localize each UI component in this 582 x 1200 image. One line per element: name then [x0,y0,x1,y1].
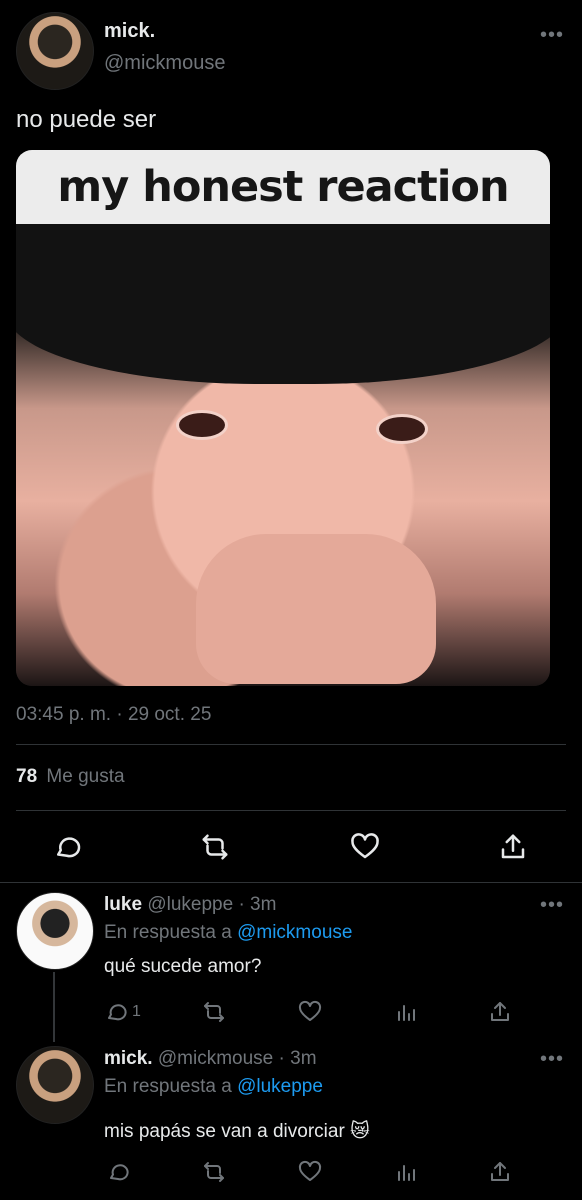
reply-context-mention[interactable]: @mickmouse [237,922,352,943]
more-horizontal-icon[interactable]: ••• [540,1048,564,1071]
like-heart-icon[interactable] [296,998,324,1026]
reply-context-prefix: En respuesta a [104,922,232,943]
analytics-icon[interactable] [392,1158,420,1186]
reply-display-name[interactable]: mick. [104,1048,153,1069]
reply-text: mis papás se van a divorciar 😿 [104,1121,370,1142]
media-photo-eye-right [376,414,428,444]
divider [16,810,566,811]
divider [16,744,566,745]
divider [0,882,582,883]
tweet-media[interactable]: my honest reaction [16,150,550,686]
retweet-icon[interactable] [200,1158,228,1186]
author-handle[interactable]: @mickmouse [104,52,225,75]
reply-context-prefix: En respuesta a [104,1076,232,1097]
media-photo-hair [16,224,550,384]
media-photo [16,224,550,686]
reply-display-name[interactable]: luke [104,894,142,915]
reply-time: · 3m [278,1048,317,1069]
reply-context: En respuesta a @mickmouse [104,922,352,944]
media-photo-hand [196,534,436,684]
reply-header: luke @lukeppe · 3m [104,894,276,916]
reply-icon[interactable] [50,830,84,864]
like-heart-icon[interactable] [348,830,382,864]
more-horizontal-icon[interactable]: ••• [540,24,564,47]
share-icon[interactable] [486,1158,514,1186]
reply-icon[interactable]: 1 [104,998,141,1026]
reply-handle[interactable]: @lukeppe [147,894,233,915]
media-caption: my honest reaction [16,150,550,224]
reply-handle[interactable]: @mickmouse [158,1048,273,1069]
reply-avatar[interactable] [16,892,94,970]
retweet-icon[interactable] [198,830,232,864]
reply-avatar[interactable] [16,1046,94,1124]
tweet-timestamp[interactable]: 03:45 p. m. · 29 oct. 25 [16,704,211,726]
reply-context-mention[interactable]: @lukeppe [237,1076,323,1097]
like-heart-icon[interactable] [296,1158,324,1186]
author-avatar[interactable] [16,12,94,90]
more-horizontal-icon[interactable]: ••• [540,894,564,917]
reply-icon[interactable] [104,1158,132,1186]
reply-text: qué sucede amor? [104,956,262,977]
tweet-text: no puede ser [16,106,157,133]
likes-summary[interactable]: 78 Me gusta [16,766,125,788]
reply-header: mick. @mickmouse · 3m [104,1048,317,1070]
media-photo-eye-left [176,410,228,440]
thread-line [53,972,55,1042]
share-icon[interactable] [496,830,530,864]
retweet-icon[interactable] [200,998,228,1026]
analytics-icon[interactable] [392,998,420,1026]
likes-label: Me gusta [46,766,125,787]
reply-context: En respuesta a @lukeppe [104,1076,323,1098]
reply-time: · 3m [238,894,277,915]
reply-count: 1 [132,1003,141,1020]
share-icon[interactable] [486,998,514,1026]
author-display-name[interactable]: mick. [104,20,155,43]
likes-count: 78 [16,766,38,787]
